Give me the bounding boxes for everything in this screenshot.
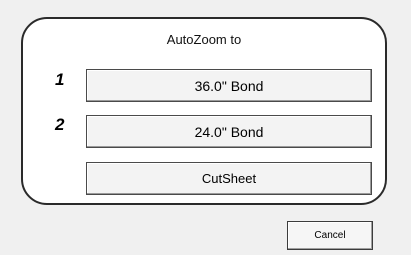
option-number-2: 2	[55, 115, 65, 134]
zoom-cutsheet-button[interactable]: CutSheet	[86, 162, 372, 195]
autozoom-panel: AutoZoom to 1 36.0" Bond 2 24.0" Bond Cu…	[21, 17, 387, 205]
option-number-1: 1	[55, 70, 65, 89]
zoom-24-bond-button[interactable]: 24.0" Bond	[86, 115, 372, 148]
zoom-36-bond-button[interactable]: 36.0" Bond	[86, 69, 372, 102]
dialog-title: AutoZoom to	[166, 32, 242, 47]
cancel-button[interactable]: Cancel	[287, 221, 373, 250]
